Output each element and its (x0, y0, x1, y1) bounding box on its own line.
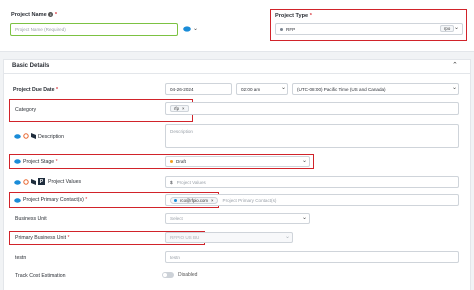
contact-avatar (174, 198, 177, 202)
project-values-placeholder: Project Values (176, 179, 206, 185)
project-stage-label: Project Stage * (23, 159, 58, 165)
project-stage-value: Draft (176, 159, 186, 164)
primary-bu-select[interactable]: RFPIO US BU (165, 232, 293, 243)
currency-symbol: $ (170, 179, 173, 185)
primary-contact-label: Project Primary Contact(s) * (23, 197, 88, 203)
salesforce-cloud-icon (14, 134, 21, 139)
contact-chip: rco@rfpio.com × (170, 196, 218, 204)
type-dot (280, 27, 283, 31)
hubspot-icon (23, 179, 29, 185)
testn-label: testn (15, 255, 27, 261)
testn-input[interactable]: testn (165, 251, 459, 263)
info-icon: i (48, 12, 54, 18)
business-unit-label: Business Unit (15, 216, 47, 222)
chevron-down-icon[interactable]: ⌄ (302, 157, 307, 164)
project-type-label: Project Type * (275, 13, 312, 19)
timezone-select[interactable]: (UTC-08:00) Pacific Time (US and Canada) (292, 83, 459, 95)
description-textarea[interactable]: Description (165, 124, 459, 148)
project-name-label: Project Name i * (11, 12, 58, 18)
project-type-select[interactable]: RFP (275, 23, 463, 35)
dynamics-icon (31, 179, 36, 185)
category-chip: rfp × (170, 105, 189, 112)
toggle-knob (163, 273, 167, 277)
business-unit-select[interactable]: Select (165, 213, 310, 224)
p-logo-icon: P (38, 178, 45, 185)
project-values-label: Project Values (48, 179, 82, 185)
basic-details-header[interactable] (3, 59, 471, 74)
project-values-input[interactable]: $ Project Values (165, 176, 459, 188)
primary-contact-placeholder: Project Primary Contact(s) (222, 197, 277, 203)
salesforce-cloud-icon (14, 159, 21, 164)
chevron-down-icon[interactable]: ⌄ (281, 84, 286, 91)
chevron-down-icon[interactable]: ⌄ (285, 233, 290, 240)
category-input[interactable]: rfp × (165, 102, 459, 115)
project-type-value: RFP (286, 26, 296, 32)
track-cost-toggle[interactable] (162, 272, 174, 278)
track-cost-status: Disabled (178, 272, 198, 278)
dynamics-icon (31, 133, 36, 139)
primary-contact-input[interactable]: rco@rfpio.com × Project Primary Contact(… (165, 194, 459, 206)
salesforce-cloud-icon (14, 198, 21, 203)
chevron-down-icon[interactable]: ⌄ (193, 25, 198, 32)
project-stage-select[interactable]: Draft (165, 156, 310, 167)
draft-dot (170, 160, 173, 163)
section-title: Basic Details (12, 63, 50, 69)
chevron-down-icon[interactable]: ⌄ (454, 24, 459, 31)
primary-bu-label: Primary Business Unit * (15, 235, 70, 241)
remove-icon[interactable]: × (182, 106, 185, 111)
remove-icon[interactable]: × (211, 198, 214, 203)
chevron-down-icon[interactable]: ⌄ (452, 84, 457, 91)
chevron-down-icon[interactable]: ⌄ (302, 214, 307, 221)
description-label: Description (38, 134, 64, 140)
hubspot-icon (23, 133, 29, 139)
due-date-input[interactable]: 04-26-2024 (165, 83, 232, 95)
due-date-label: Project Due Date * (13, 87, 58, 93)
chevron-up-icon[interactable]: ⌃ (452, 61, 458, 69)
salesforce-cloud-icon[interactable] (183, 26, 191, 32)
track-cost-label: Track Cost Estimation (15, 273, 66, 279)
category-label: Category (15, 107, 37, 113)
project-name-input[interactable]: Project Name (Required) (10, 23, 178, 36)
salesforce-cloud-icon (14, 180, 21, 185)
project-type-chip: rpo (440, 25, 455, 32)
